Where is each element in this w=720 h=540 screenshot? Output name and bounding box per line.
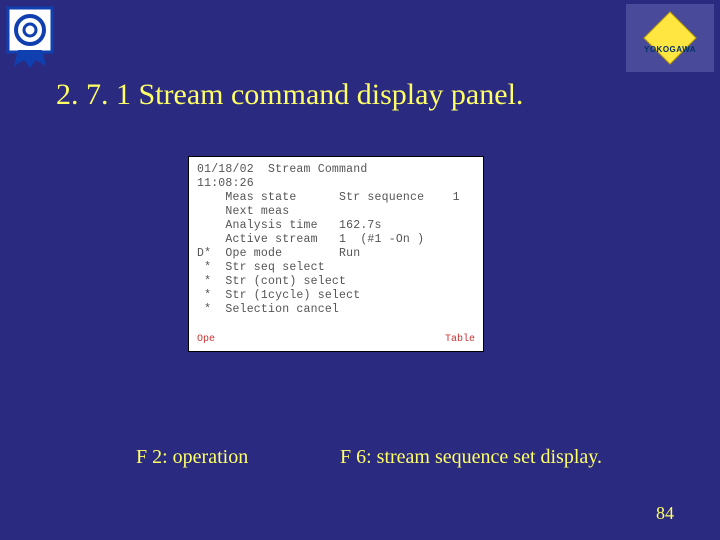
footer-table: Table: [445, 334, 475, 345]
cert-ribbon-icon: [6, 6, 54, 70]
caption-f6: F 6: stream sequence set display.: [340, 446, 602, 469]
panel-footer: Ope Table: [197, 334, 475, 345]
brand-text: YOKOGAWA: [644, 45, 696, 54]
footer-ope: Ope: [197, 334, 215, 345]
brand-logo: YOKOGAWA: [626, 4, 714, 72]
slide-title: 2. 7. 1 Stream command display panel.: [56, 78, 523, 112]
stream-command-panel: 01/18/02 Stream Command 11:08:26 Meas st…: [188, 156, 484, 352]
caption-f2: F 2: operation: [136, 446, 248, 469]
panel-text: 01/18/02 Stream Command 11:08:26 Meas st…: [189, 157, 483, 321]
page-number: 84: [656, 503, 674, 524]
